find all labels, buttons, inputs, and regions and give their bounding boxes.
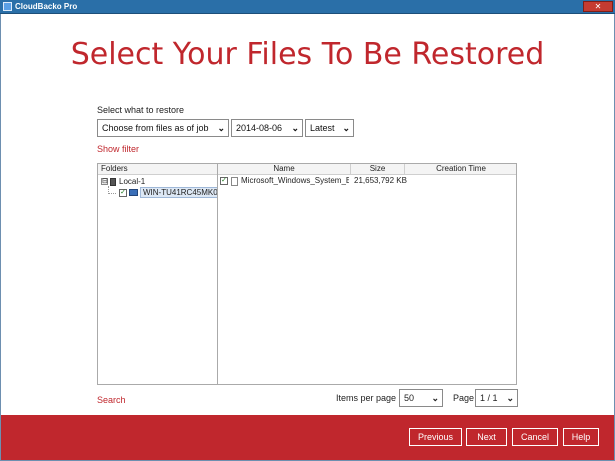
help-button[interactable]: Help bbox=[563, 428, 599, 446]
close-button[interactable]: ✕ bbox=[583, 1, 613, 12]
restore-mode-select[interactable]: Choose from files as of job ⌄ bbox=[97, 119, 229, 137]
chevron-down-icon: ⌄ bbox=[217, 123, 225, 133]
search-link[interactable]: Search bbox=[97, 395, 126, 405]
file-name: Microsoft_Windows_System_B... bbox=[241, 176, 349, 185]
restore-mode-value: Choose from files as of job bbox=[102, 123, 209, 133]
files-header: Name Size Creation Time bbox=[218, 164, 516, 175]
next-button[interactable]: Next bbox=[466, 428, 507, 446]
column-header-creation-time[interactable]: Creation Time bbox=[405, 164, 517, 175]
folders-pane: Folders ⊟ Local-1 ✓ WIN-TU41RC45MK0 bbox=[97, 163, 221, 385]
restore-version-value: Latest bbox=[310, 123, 335, 133]
page-title: Select Your Files To Be Restored bbox=[70, 37, 545, 72]
chevron-down-icon: ⌄ bbox=[431, 393, 439, 403]
file-size: 21,653,792 KB bbox=[354, 176, 407, 185]
column-header-name[interactable]: Name bbox=[218, 164, 351, 175]
column-header-size[interactable]: Size bbox=[351, 164, 405, 175]
show-filter-link[interactable]: Show filter bbox=[97, 144, 139, 154]
files-pane: Name Size Creation Time ✓ Microsoft_Wind… bbox=[217, 163, 517, 385]
tree-node-computer[interactable]: ✓ WIN-TU41RC45MK0 bbox=[119, 187, 221, 198]
folders-header-label: Folders bbox=[101, 164, 128, 173]
tree-node-label: Local-1 bbox=[119, 177, 146, 186]
file-icon bbox=[231, 177, 238, 186]
restore-label: Select what to restore bbox=[97, 105, 185, 115]
file-checkbox[interactable]: ✓ bbox=[220, 177, 228, 185]
previous-button[interactable]: Previous bbox=[409, 428, 462, 446]
page-select[interactable]: 1 / 1 ⌄ bbox=[475, 389, 518, 407]
tree-node-checkbox[interactable]: ✓ bbox=[119, 188, 127, 197]
restore-date-value: 2014-08-06 bbox=[236, 123, 283, 133]
chevron-down-icon: ⌄ bbox=[291, 123, 299, 133]
table-row[interactable]: ✓ Microsoft_Windows_System_B... 21,653,7… bbox=[218, 176, 516, 187]
tree-connector bbox=[108, 186, 116, 194]
restore-version-select[interactable]: Latest ⌄ bbox=[305, 119, 354, 137]
folders-header: Folders bbox=[98, 164, 217, 175]
window-title: CloudBacko Pro bbox=[15, 2, 78, 11]
items-per-page-select[interactable]: 50 ⌄ bbox=[399, 389, 443, 407]
window-titlebar: CloudBacko Pro ✕ bbox=[0, 0, 615, 14]
collapse-icon[interactable]: ⊟ bbox=[101, 178, 108, 186]
drive-icon bbox=[110, 177, 116, 186]
restore-date-select[interactable]: 2014-08-06 ⌄ bbox=[231, 119, 303, 137]
cancel-button[interactable]: Cancel bbox=[512, 428, 558, 446]
chevron-down-icon: ⌄ bbox=[342, 123, 350, 133]
page-label: Page bbox=[453, 393, 475, 403]
tree-node-label: WIN-TU41RC45MK0 bbox=[140, 187, 221, 198]
items-per-page-value: 50 bbox=[404, 393, 415, 403]
chevron-down-icon: ⌄ bbox=[506, 393, 514, 403]
items-per-page-label: Items per page bbox=[336, 393, 397, 403]
page-value: 1 / 1 bbox=[480, 393, 498, 403]
app-icon bbox=[3, 2, 12, 11]
computer-icon bbox=[129, 189, 138, 197]
